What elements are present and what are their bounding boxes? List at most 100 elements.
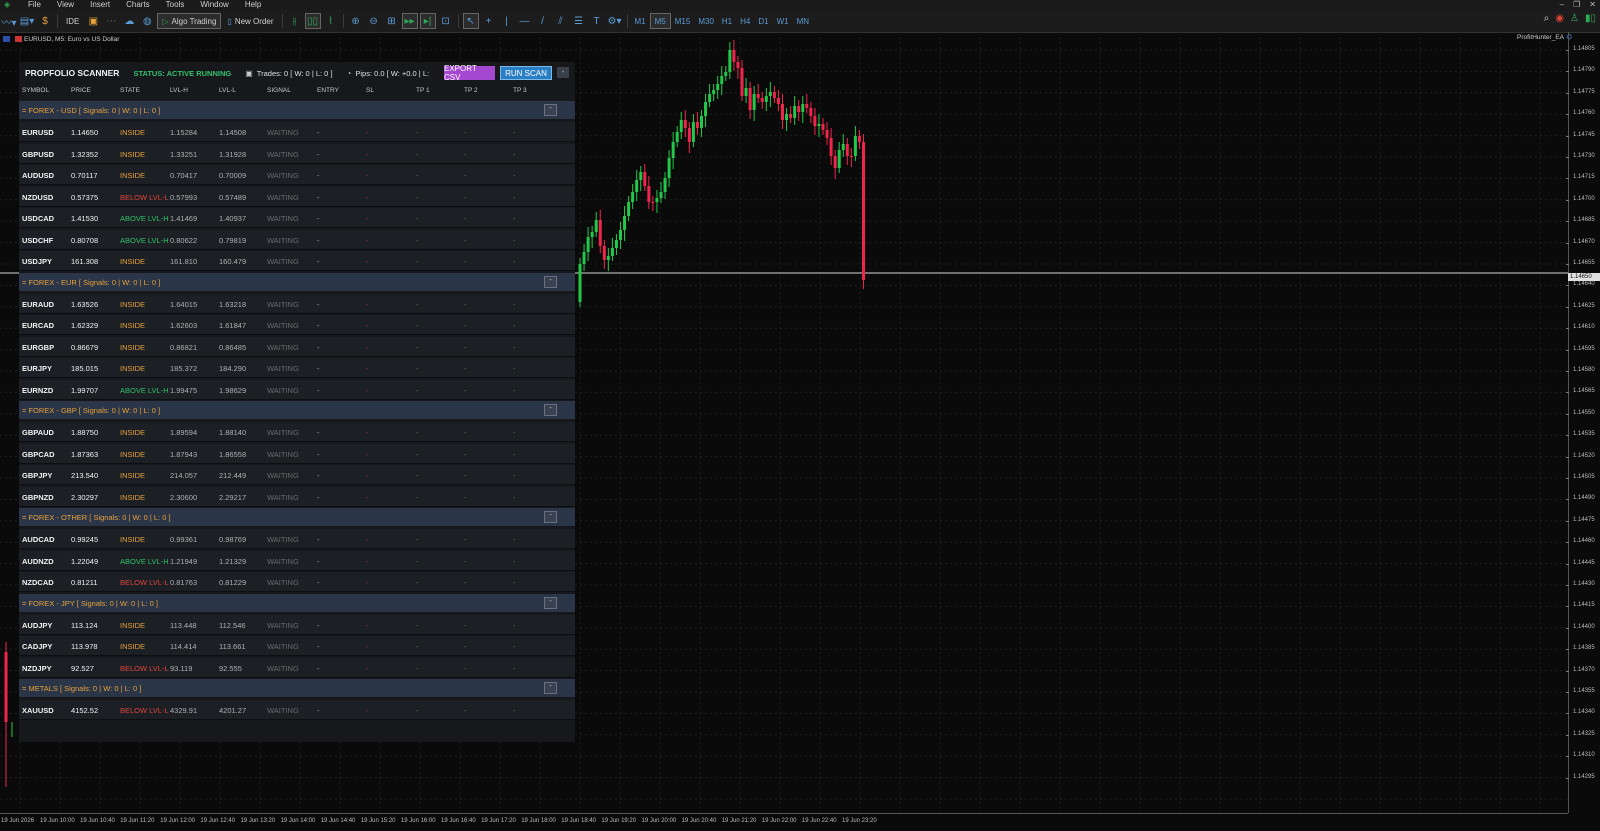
table-row[interactable]: USDCAD 1.41530 ABOVE LVL-H 1.41469 1.40937 WA… [19,208,575,228]
table-row[interactable]: EURCAD 1.62329 INSIDE 1.62603 1.61847 WAITING… [19,315,575,335]
price-axis-label: 1.14640 [1573,281,1595,288]
table-row[interactable]: EURJPY 185.015 INSIDE 185.372 184.290 WAITING… [19,358,575,378]
timeframe-m30[interactable]: M30 [694,14,718,28]
table-row[interactable]: AUDCAD 0.99245 INSIDE 0.99361 0.98769 WAITING… [19,529,575,549]
group-header[interactable]: = FOREX - JPY [ Signals: 0 | W: 0 | L: 0… [19,593,575,612]
fibonacci-icon[interactable]: ☰ [571,13,587,29]
group-header[interactable]: = METALS [ Signals: 0 | W: 0 | L: 0 ] - [19,679,575,697]
collapse-group-button[interactable]: - [544,275,557,288]
price-tick [1566,756,1569,758]
menu-charts[interactable]: Charts [118,0,158,10]
horizontal-line-icon[interactable]: — [517,13,533,29]
market-icon[interactable]: $ [37,13,53,29]
timeframe-d1[interactable]: D1 [754,14,772,28]
text-icon[interactable]: T [589,13,605,29]
zoom-out-icon[interactable]: ⊖ [366,13,382,29]
trend-line-icon[interactable]: / [535,13,551,29]
shapes-icon[interactable]: ⚙▾ [607,13,623,29]
table-row[interactable]: CADJPY 113.978 INSIDE 114.414 113.661 WAITING… [19,636,575,656]
chart-shift-icon[interactable]: ▸| [419,13,436,29]
menu-window[interactable]: Window [192,0,236,10]
table-row[interactable]: AUDNZD 1.22049 ABOVE LVL-H 1.21949 1.21329 WA… [19,550,575,571]
globe-icon[interactable]: ◍ [139,13,155,29]
indicators-icon[interactable]: ⊡ [438,13,454,29]
timeframe-w1[interactable]: W1 [773,14,793,28]
menu-help[interactable]: Help [237,0,269,10]
menu-view[interactable]: View [49,0,82,10]
chart-symbol-label: EURUSD, M5: Euro vs US Dollar [24,35,120,43]
tp1-cell: - [416,149,419,159]
chart-type-icon[interactable]: 〰▾ [1,13,17,29]
collapse-group-button[interactable]: - [544,511,557,523]
menu-tools[interactable]: Tools [158,0,193,10]
group-header[interactable]: = FOREX - USD [ Signals: 0 | W: 0 | L: 0… [19,101,575,119]
channel-icon[interactable]: ⫽ [553,13,569,29]
bar-chart-icon[interactable]: ⫲ [287,13,303,29]
timeframe-h4[interactable]: H4 [736,14,754,28]
table-row[interactable]: EURGBP 0.86679 INSIDE 0.86821 0.86485 WAITING… [19,336,575,357]
col-tp1: TP 1 [416,87,430,94]
collapse-group-button[interactable]: - [544,104,557,116]
export-csv-button[interactable]: EXPORT CSV [444,64,495,82]
crosshair-icon[interactable]: + [481,13,497,29]
profiles-icon[interactable]: ▤▾ [19,13,35,29]
signal-cell: WAITING [267,171,299,180]
notifications-icon[interactable]: ◉ [1555,13,1564,24]
search-icon[interactable]: ⌕ [1544,13,1550,24]
window-minimize-icon[interactable]: – [1560,0,1564,10]
table-row[interactable]: AUDUSD 0.70117 INSIDE 0.70417 0.70009 WAITING… [19,165,575,185]
collapse-group-button[interactable]: - [544,682,557,694]
timeframe-m1[interactable]: M1 [631,14,650,28]
collapse-group-button[interactable]: - [544,404,557,416]
vertical-line-icon[interactable]: | [499,13,515,29]
entry-cell: - [317,214,320,223]
tp1-cell: - [416,214,419,223]
ide-button[interactable]: IDE [62,13,83,29]
store-icon[interactable]: ▣ [85,13,101,29]
table-row[interactable]: GBPAUD 1.88750 INSIDE 1.89594 1.88140 WAITING… [19,422,575,442]
grid-icon[interactable]: ⊞ [384,13,400,29]
table-row[interactable]: NZDJPY 92.527 BELOW LVL-L 93.119 92.555 WAITI… [19,657,575,678]
timeframe-m15[interactable]: M15 [671,14,695,28]
window-restore-icon[interactable]: ❐ [1573,0,1580,10]
table-row[interactable]: USDJPY 161.308 INSIDE 161.810 160.479 WAITING… [19,251,575,271]
table-row[interactable]: GBPNZD 2.30297 INSIDE 2.30600 2.29217 WAITING… [19,486,575,507]
menu-insert[interactable]: Insert [82,0,118,10]
table-row[interactable]: EURAUD 1.63526 INSIDE 1.64015 1.63218 WAITING… [19,293,575,314]
table-row[interactable]: GBPJPY 213.540 INSIDE 214.057 212.449 WAITING… [19,465,575,485]
line-chart-icon[interactable]: ⌇ [323,13,339,29]
table-row[interactable]: GBPCAD 1.87363 INSIDE 1.87943 1.86558 WAITING… [19,443,575,464]
new-order-button[interactable]: ▯ New Order [223,13,277,29]
table-row[interactable]: USDCHF 0.80708 ABOVE LVL-H 0.80622 0.79819 WA… [19,229,575,250]
table-row[interactable]: EURNZD 1.99707 ABOVE LVL-H 1.99475 1.98629 WA… [19,379,575,400]
autoscroll-icon[interactable]: ▸▸ [401,13,418,29]
group-header[interactable]: = FOREX - GBP [ Signals: 0 | W: 0 | L: 0… [19,401,575,419]
table-row[interactable]: EURUSD 1.14650 INSIDE 1.15284 1.14508 WAITING… [19,122,575,142]
candles-icon[interactable]: ▯▯ [304,13,321,29]
table-row[interactable]: AUDJPY 113.124 INSIDE 113.448 112.546 WAITING… [19,614,575,635]
terminal-icon[interactable]: ⋯ [103,13,119,29]
timeframe-m5[interactable]: M5 [649,13,671,29]
timeframe-h1[interactable]: H1 [718,14,736,28]
window-close-icon[interactable]: ✕ [1589,0,1596,10]
table-row[interactable]: NZDCAD 0.81211 BELOW LVL-L 0.81763 0.81229 WA… [19,572,575,592]
account-icon[interactable]: ♙ [1570,13,1579,24]
price-tick [1566,413,1569,415]
table-row[interactable]: NZDUSD 0.57375 BELOW LVL-L 0.57993 0.57489 WA… [19,186,575,207]
table-row[interactable]: XAUUSD 4152.52 BELOW LVL-L 4329.91 4201.27 WA… [19,700,575,720]
timeframe-mn[interactable]: MN [793,14,813,28]
tp1-cell: - [416,235,419,245]
group-header[interactable]: = FOREX - OTHER [ Signals: 0 | W: 0 | L:… [19,508,575,526]
menu-file[interactable]: File [20,0,49,10]
ea-name-label[interactable]: ProfitHunter_EA [1517,34,1564,41]
collapse-group-button[interactable]: - [544,596,557,609]
cloud-icon[interactable]: ☁ [121,13,137,29]
price-cell: 161.308 [71,257,99,266]
algo-trading-button[interactable]: ▷ Algo Trading [157,13,222,29]
run-scan-button[interactable]: RUN SCAN [500,66,552,80]
zoom-in-icon[interactable]: ⊕ [348,13,364,29]
minimize-scanner-button[interactable]: - [557,67,569,78]
table-row[interactable]: GBPUSD 1.32352 INSIDE 1.33251 1.31928 WAITING… [19,143,575,164]
group-header[interactable]: = FOREX - EUR [ Signals: 0 | W: 0 | L: 0… [19,272,575,291]
cursor-icon[interactable]: ↖ [462,13,479,29]
